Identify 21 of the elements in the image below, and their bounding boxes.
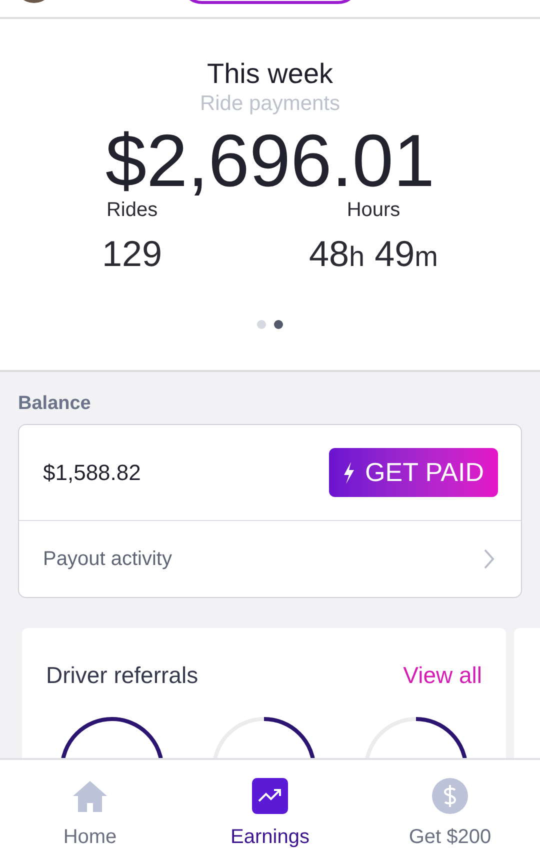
nav-tab[interactable]: Home xyxy=(15,778,165,852)
balance-amount: $1,588.82 xyxy=(43,459,141,487)
chevron-right-icon xyxy=(483,548,495,570)
balance-heading: Balance xyxy=(18,392,92,416)
get-paid-button[interactable]: GET PAID xyxy=(329,448,498,497)
view-all-link[interactable]: View all xyxy=(403,658,482,692)
trend-chart-icon xyxy=(252,778,288,814)
card-title: Driver referrals xyxy=(46,661,198,690)
dollar-icon xyxy=(432,778,468,814)
period-title: This week xyxy=(206,57,334,91)
stat-label: Rides xyxy=(106,198,158,223)
home-icon xyxy=(72,778,108,814)
nav-tab[interactable]: Earnings xyxy=(195,778,345,852)
payout-activity-link[interactable]: Payout activity xyxy=(19,521,521,597)
earnings-amount: $2,696.01 xyxy=(105,121,435,201)
period-subtitle: Ride payments xyxy=(200,91,340,117)
stat-label: Hours xyxy=(346,198,400,223)
lightning-icon xyxy=(343,462,356,484)
nav-tab[interactable]: Get $200 xyxy=(375,778,525,852)
stat-value: 48h 49m xyxy=(309,232,438,276)
stat-value: 129 xyxy=(102,232,162,276)
